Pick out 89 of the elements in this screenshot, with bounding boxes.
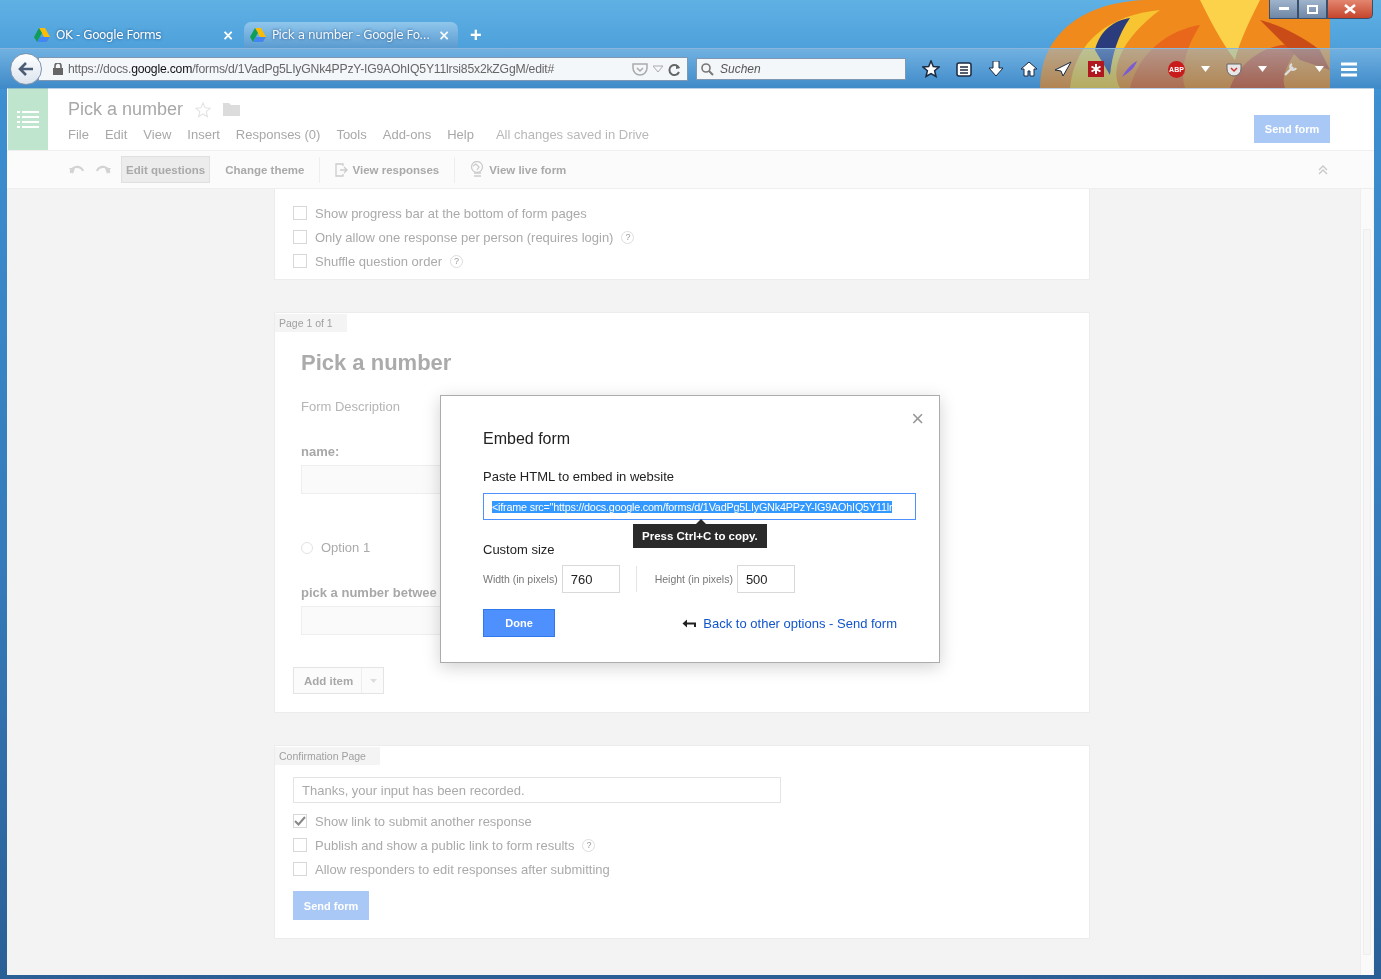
section-label: Custom size	[483, 542, 556, 557]
checkbox[interactable]	[293, 230, 307, 244]
embed-code-field[interactable]: <iframe src="https://docs.google.com/forms/d/1VadPg5LIyGNk4PPzY-IG9AOhIQ5Y11lr	[483, 493, 916, 520]
menu-item[interactable]: Insert	[187, 127, 220, 142]
drive-icon	[34, 28, 50, 42]
reload-icon[interactable]	[668, 62, 681, 76]
menu-item[interactable]: Responses (0)	[235, 127, 321, 142]
star-icon[interactable]	[922, 60, 940, 78]
caret-icon[interactable]	[1201, 66, 1210, 72]
checkbox[interactable]	[293, 206, 307, 220]
scrollbar[interactable]	[1360, 189, 1373, 975]
width-field[interactable]: 760	[561, 565, 620, 593]
menu-item[interactable]: Add-ons	[382, 127, 432, 142]
save-status: All changes saved in Drive	[495, 127, 650, 142]
close-icon[interactable]	[1327, 0, 1373, 19]
redo-icon[interactable]	[95, 164, 111, 175]
back-arrow-icon	[18, 62, 34, 76]
undo-icon[interactable]	[69, 164, 85, 175]
pocket-icon[interactable]	[632, 62, 648, 76]
menu-item[interactable]: Tools	[336, 127, 367, 142]
option-label: Show progress bar at the bottom of form pages	[315, 205, 587, 221]
toolbar-tab[interactable]: View responses	[330, 156, 445, 183]
option-label: Option 1	[321, 540, 371, 555]
caret-icon	[370, 678, 378, 683]
send-form-button[interactable]: Send form	[293, 891, 369, 920]
message-field[interactable]: Thanks, your input has been recorded.	[293, 777, 781, 803]
checkbox[interactable]	[293, 814, 307, 828]
dialog-title: Embed form	[483, 430, 572, 448]
back-arrow-icon	[682, 618, 698, 628]
lock-icon	[53, 63, 63, 75]
menu-item[interactable]: View	[143, 127, 172, 142]
address-bar[interactable]: https://docs.google.com/forms/d/1VadPg5LIyGNk4PPzY-IG9AOhIQ5Y11lrsi85x2kZGgM/edit#	[38, 57, 688, 81]
option-label: Only allow one response per person (requires login)	[315, 229, 614, 245]
feather-icon[interactable]	[1120, 60, 1138, 78]
done-button[interactable]: Done	[483, 609, 555, 637]
home-icon[interactable]	[1020, 61, 1038, 77]
download-icon[interactable]	[988, 60, 1004, 78]
search-field[interactable]: Suchen	[696, 58, 906, 80]
caret-icon[interactable]	[1315, 66, 1324, 72]
checkbox[interactable]	[293, 838, 307, 852]
caret-icon[interactable]	[1258, 66, 1267, 72]
toolbar-tab[interactable]: Change theme	[220, 156, 310, 183]
question-title: pick a number betwee	[301, 585, 438, 600]
list-icon	[17, 110, 39, 128]
minimize-icon[interactable]	[1269, 0, 1298, 19]
toolbar-tab[interactable]: View live form	[465, 156, 572, 183]
height-field[interactable]: 500	[736, 565, 795, 593]
option-label: Allow responders to edit responses after submitting	[315, 861, 610, 877]
close-button[interactable]: ×	[911, 408, 924, 430]
field-label: Width (in pixels)	[483, 573, 558, 585]
maximize-icon[interactable]	[1298, 0, 1327, 19]
add-item-button[interactable]: Add item	[293, 667, 385, 694]
tab-close-button[interactable]: ×	[438, 27, 450, 43]
toolbar-tab[interactable]: Edit questions	[121, 156, 211, 183]
dropdown-icon[interactable]	[653, 65, 663, 73]
export-icon	[335, 162, 349, 177]
form-title[interactable]: Pick a number	[301, 350, 1071, 376]
option-label: Shuffle question order	[315, 253, 442, 269]
menu-icon[interactable]	[1340, 61, 1358, 77]
wrench-icon[interactable]	[1283, 61, 1299, 77]
checkbox[interactable]	[293, 862, 307, 876]
tooltip-pointer	[696, 519, 706, 524]
bookmarks-list-icon[interactable]	[956, 61, 972, 77]
menu-item[interactable]: Help	[447, 127, 474, 142]
pocket-icon[interactable]	[1226, 61, 1242, 77]
tab-close-button[interactable]: ×	[222, 27, 234, 43]
back-button[interactable]	[10, 53, 42, 85]
menu-item[interactable]: File	[68, 127, 89, 142]
browser-tab[interactable]: OK - Google Forms ×	[28, 22, 242, 48]
field-label: Height (in pixels)	[654, 573, 733, 585]
checkbox[interactable]	[293, 254, 307, 268]
drive-icon	[250, 28, 266, 42]
question-title: name:	[301, 444, 341, 459]
globe-icon	[470, 160, 486, 179]
browser-tab[interactable]: Pick a number - Google Fo... ×	[244, 22, 458, 48]
document-title[interactable]: Pick a number	[68, 99, 184, 120]
new-tab-button[interactable]: +	[470, 24, 482, 46]
back-link[interactable]: Back to other options - Send form	[703, 615, 897, 631]
asterisk-icon[interactable]	[1088, 61, 1104, 77]
copy-tooltip: Press Ctrl+C to copy.	[633, 524, 767, 548]
search-icon	[701, 62, 714, 76]
send-form-button[interactable]: Send form	[1254, 115, 1330, 143]
collapse-icon[interactable]	[1318, 164, 1328, 175]
menu-item[interactable]: Edit	[104, 127, 128, 142]
checkmark-icon	[294, 816, 306, 826]
option-label: Publish and show a public link to form results	[315, 837, 575, 853]
field-label: Paste HTML to embed in website	[483, 469, 675, 484]
paper-plane-icon[interactable]	[1054, 61, 1072, 77]
option-label: Show link to submit another response	[315, 813, 532, 829]
